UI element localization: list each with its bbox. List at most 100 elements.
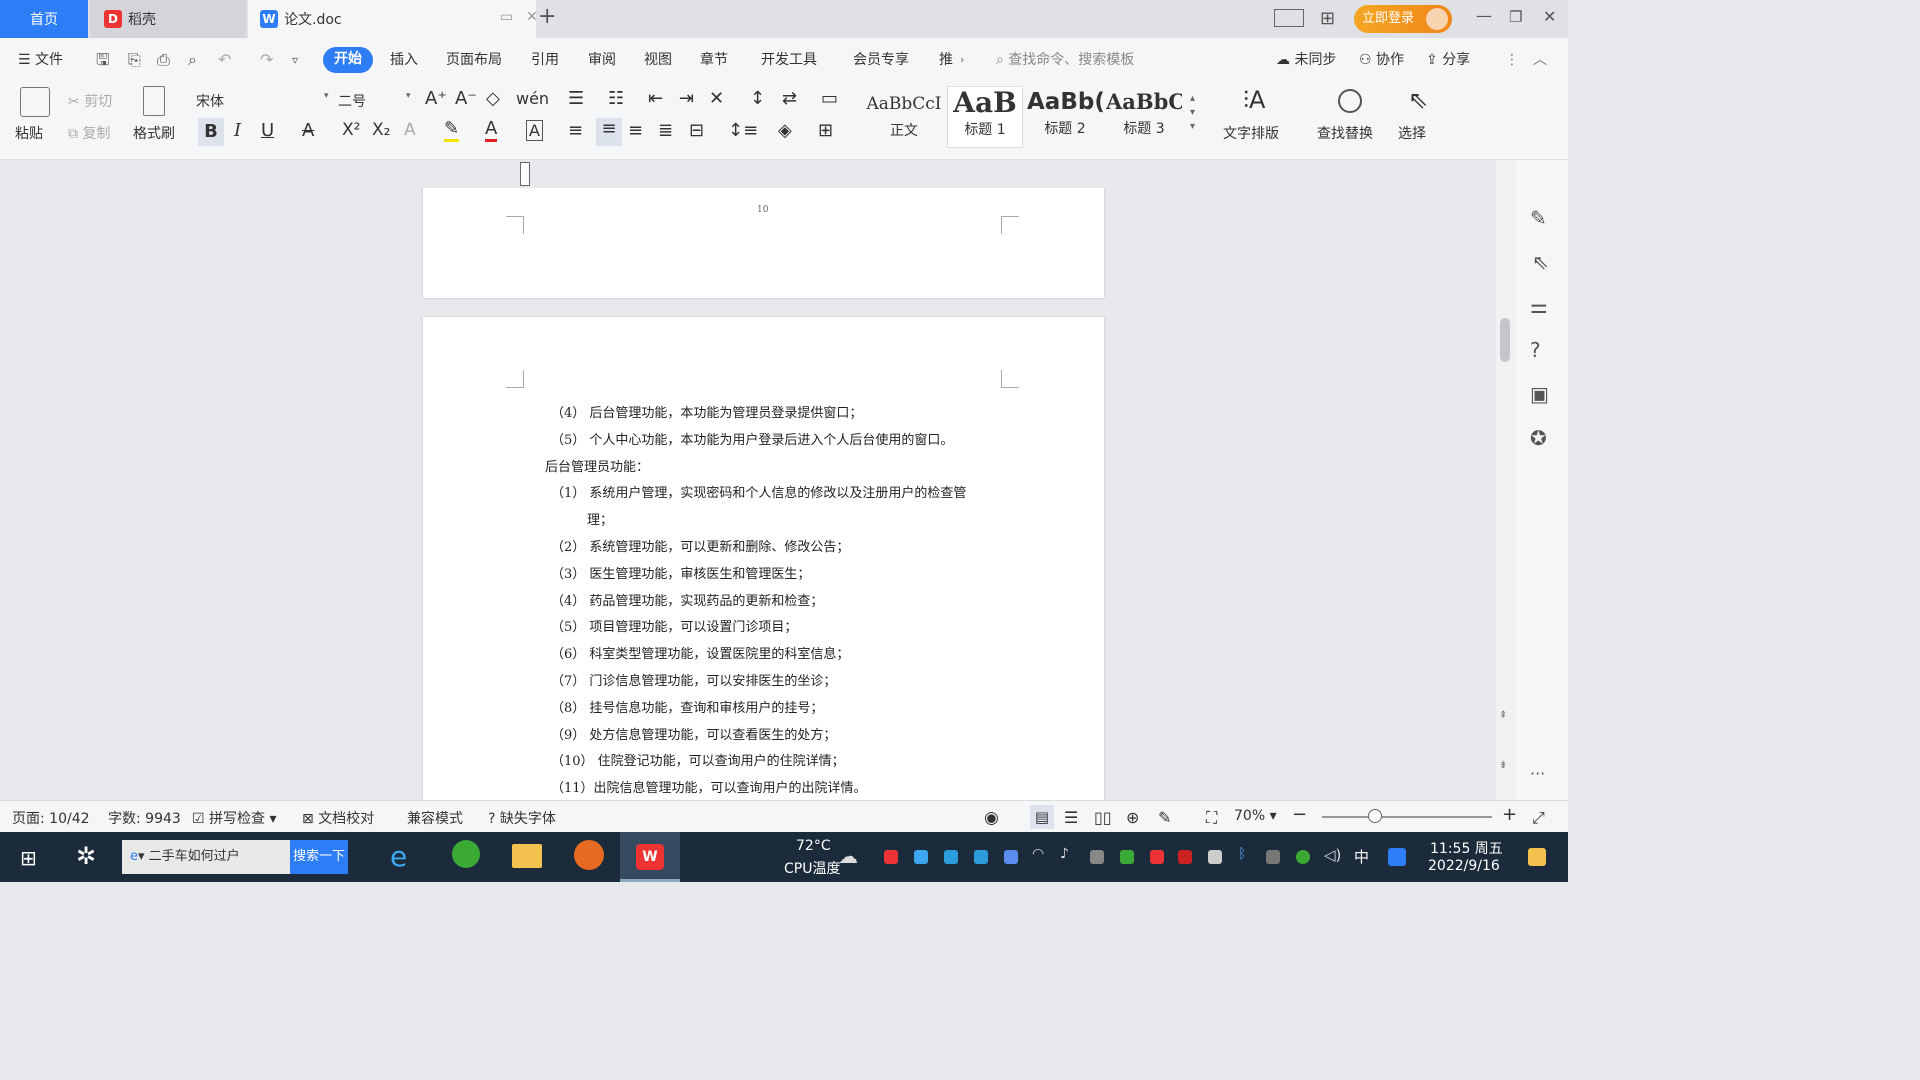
document-line[interactable]: 后台管理员功能：	[545, 456, 649, 475]
clock-date[interactable]: 2022/9/16	[1428, 858, 1500, 874]
write-mode-icon[interactable]: ✎	[1158, 808, 1171, 827]
file-explorer-icon[interactable]	[512, 844, 542, 868]
tray-app-icon[interactable]	[1150, 850, 1164, 864]
document-line[interactable]: （4） 药品管理功能，实现药品的更新和检查；	[551, 590, 823, 609]
document-line[interactable]: （4） 后台管理功能，本功能为管理员登录提供窗口；	[551, 402, 862, 421]
wifi-icon[interactable]: ◠	[1032, 846, 1044, 862]
monitor-icon[interactable]: ▭	[500, 9, 513, 25]
usb-icon[interactable]	[1266, 850, 1280, 864]
shield-icon[interactable]	[1004, 850, 1018, 864]
style-heading3[interactable]: AaBbC 标题 3	[1106, 86, 1182, 146]
align-right-icon[interactable]: ≡	[628, 120, 643, 141]
find-replace-button[interactable]: 查找替换	[1317, 123, 1373, 143]
text-direction-icon[interactable]: ✕	[709, 88, 724, 109]
zoom-slider-thumb[interactable]	[1368, 809, 1382, 823]
close-tab-icon[interactable]: ✕	[526, 9, 538, 25]
collapse-ribbon-icon[interactable]: ︿	[1533, 48, 1547, 72]
tab-member[interactable]: 会员专享	[853, 48, 909, 72]
clock-time[interactable]: 11:55 周五	[1430, 838, 1503, 858]
select-button[interactable]: 选择	[1398, 123, 1426, 143]
document-line[interactable]: （1） 系统用户管理，实现密码和个人信息的修改以及注册用户的检查管	[551, 482, 966, 501]
prev-page-icon[interactable]: ⇞	[1499, 710, 1507, 721]
style-heading2[interactable]: AaBb( 标题 2	[1027, 86, 1103, 146]
tab-view[interactable]: 视图	[644, 48, 672, 72]
reading-view-icon[interactable]: ▯▯	[1094, 808, 1112, 827]
tray-app-icon[interactable]	[1090, 850, 1104, 864]
undo-icon[interactable]: ↶	[218, 48, 231, 72]
text-effect-icon[interactable]: A	[404, 120, 416, 140]
spell-check[interactable]: ☑ 拼写检查 ▾	[192, 808, 277, 828]
indent-marker-icon[interactable]	[520, 162, 530, 186]
360-browser-icon[interactable]	[452, 840, 480, 868]
paste-button[interactable]: 粘贴	[15, 123, 43, 143]
search-command[interactable]: ⌕ 查找命令、搜索模板	[996, 48, 1134, 72]
tray-app-icon[interactable]	[974, 850, 988, 864]
font-size-select[interactable]: 二号 ▾	[338, 91, 414, 111]
taskbar-search-button[interactable]: 搜索一下	[290, 840, 348, 874]
game-app-icon[interactable]	[574, 840, 604, 870]
document-line[interactable]: （8） 挂号信息功能，查询和审核用户的挂号；	[551, 697, 823, 716]
document-line[interactable]: （5） 个人中心功能，本功能为用户登录后进入个人后台使用的窗口。	[551, 429, 953, 448]
document-line[interactable]: （9） 处方信息管理功能，可以查看医生的处方；	[551, 724, 836, 743]
redo-icon[interactable]: ↷	[260, 48, 273, 72]
adjust-icon[interactable]: ⚌	[1530, 294, 1548, 318]
document-line[interactable]: （3） 医生管理功能，审核医生和管理医生；	[551, 563, 810, 582]
ie-browser-icon[interactable]: e	[390, 840, 407, 873]
italic-button[interactable]: I	[234, 120, 241, 141]
tray-app-icon[interactable]	[914, 850, 928, 864]
tab-start[interactable]: 开始	[323, 47, 373, 73]
document-line[interactable]: （10） 住院登记功能，可以查询用户的住院详情；	[551, 750, 845, 769]
zoom-slider[interactable]	[1322, 816, 1492, 818]
grow-font-icon[interactable]: A⁺	[425, 88, 447, 109]
number-list-icon[interactable]: ☷	[608, 88, 624, 109]
align-left-icon[interactable]: ≡	[568, 120, 583, 141]
page-indicator[interactable]: 页面: 10/42	[12, 808, 90, 828]
tab-insert[interactable]: 插入	[390, 48, 418, 72]
zoom-in-icon[interactable]: +	[1502, 804, 1517, 825]
strikethrough-button[interactable]: A	[302, 120, 314, 141]
help-icon[interactable]: ?	[1530, 338, 1541, 362]
styles-scroll-icon[interactable]: ▴ ▾ ▾	[1190, 92, 1195, 134]
fit-page-icon[interactable]: ⛶	[1206, 808, 1217, 828]
tab-recommend[interactable]: 推	[939, 48, 953, 72]
tab-references[interactable]: 引用	[531, 48, 559, 72]
missing-font[interactable]: ? 缺失字体	[488, 808, 556, 828]
ime-indicator[interactable]: 中	[1354, 846, 1369, 867]
document-area[interactable]: 10 （4） 后台管理功能，本功能为管理员登录提供窗口； （5） 个人中心功能，本…	[0, 188, 1496, 800]
notification-bell-icon[interactable]: ♪	[1060, 846, 1069, 862]
tab-daoke[interactable]: D 稻壳	[90, 0, 246, 38]
word-count[interactable]: 字数: 9943	[108, 808, 181, 828]
wps-taskbar-button[interactable]: W	[620, 832, 680, 882]
select-cursor-icon[interactable]: ⇖	[1408, 86, 1428, 114]
web-view-icon[interactable]: ⊕	[1126, 808, 1139, 827]
windows-start-icon[interactable]: ⊞	[20, 846, 37, 870]
font-name-select[interactable]: 宋体 ▾	[196, 91, 334, 111]
tray-app-icon[interactable]	[1388, 848, 1406, 866]
print-preview-icon[interactable]: ⌕	[188, 48, 197, 72]
vertical-scrollbar[interactable]: ⇞ ⇟	[1496, 160, 1516, 800]
justify-icon[interactable]: ≣	[658, 120, 673, 141]
style-normal[interactable]: AaBbCcI 正文	[866, 86, 942, 146]
document-line[interactable]: （2） 系统管理功能，可以更新和删除、修改公告；	[551, 536, 849, 555]
cursor-icon[interactable]: ⇖	[1532, 250, 1549, 274]
subscript-button[interactable]: X₂	[372, 120, 390, 140]
more-tabs-icon[interactable]: ›	[960, 48, 964, 72]
doc-proofread[interactable]: ⊠ 文档校对	[302, 808, 374, 828]
collab-button[interactable]: ⚇ 协作	[1359, 48, 1404, 72]
superscript-button[interactable]: X²	[342, 120, 360, 140]
clear-format-icon[interactable]: ◇	[486, 88, 500, 109]
format-painter-icon[interactable]	[143, 86, 165, 116]
shading-icon[interactable]: ◈	[778, 120, 792, 141]
document-line[interactable]: （11）出院信息管理功能，可以查询用户的出院详情。	[551, 777, 867, 796]
login-button[interactable]: 立即登录	[1354, 5, 1452, 33]
minimize-icon[interactable]: —	[1476, 6, 1492, 25]
bluetooth-icon[interactable]: ᛒ	[1238, 846, 1246, 862]
next-page-icon[interactable]: ⇟	[1499, 760, 1507, 771]
tray-app-icon[interactable]	[884, 850, 898, 864]
file-menu[interactable]: ☰ 文件	[18, 48, 63, 72]
style-heading1[interactable]: AaB 标题 1	[947, 86, 1023, 148]
battery-icon[interactable]	[1208, 850, 1222, 864]
align-center-icon[interactable]: ≡	[596, 118, 622, 146]
export-pdf-icon[interactable]: ⎘	[128, 48, 141, 72]
copy-button[interactable]: ⧉ 复制	[68, 123, 110, 143]
